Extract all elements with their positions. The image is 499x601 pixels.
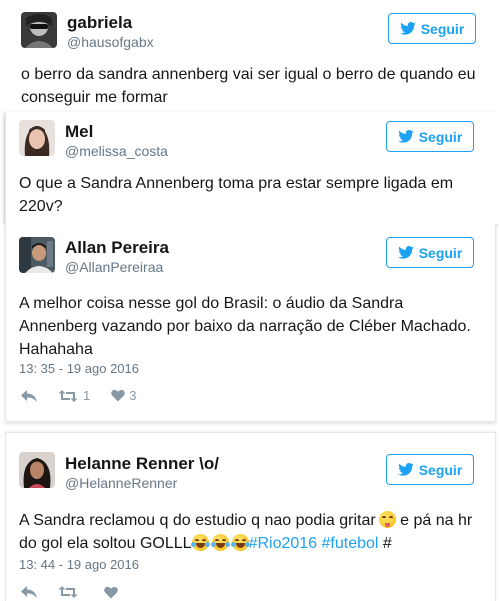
tweet-text: A Sandra reclamou q do estudio q nao pod… [19, 509, 472, 555]
avatar[interactable] [19, 237, 55, 273]
retweet-button[interactable] [58, 585, 78, 599]
tweet-card: Allan Pereira @AllanPereiraa Seguir A me… [5, 224, 496, 422]
tears-of-joy-emoji [230, 534, 250, 551]
tears-of-joy-emoji [190, 534, 210, 551]
display-name[interactable]: Helanne Renner \o/ [65, 454, 219, 474]
retweet-icon [58, 389, 78, 402]
follow-label: Seguir [418, 244, 463, 261]
twitter-bird-icon [397, 130, 414, 143]
tweet-text-line: A melhor coisa nesse gol do Brasil: o áu… [19, 295, 404, 312]
tweet-text-line: O que a Sandra Annenberg toma pra estar … [19, 175, 454, 192]
display-name[interactable]: Allan Pereira [65, 238, 169, 258]
hashtag-link[interactable]: #Rio2016 [249, 535, 318, 552]
text-segment: A Sandra reclamou q do estudio q nao pod… [19, 512, 376, 529]
avatar[interactable] [19, 120, 55, 156]
text-segment: do gol ela soltou GOLLL [19, 535, 192, 552]
follow-button[interactable]: Seguir [386, 237, 474, 268]
tweet-card: Helanne Renner \o/ @HelanneRenner Seguir… [5, 432, 496, 601]
user-handle[interactable]: @melissa_costa [65, 143, 168, 159]
winking-tongue-emoji [378, 511, 396, 528]
tweet-text: O que a Sandra Annenberg toma pra estar … [19, 172, 453, 218]
twitter-bird-icon [399, 22, 416, 35]
like-count: 3 [129, 388, 137, 403]
tweet-text-line: Annenberg vazando por baixo da narração … [19, 318, 471, 335]
timestamp[interactable]: 13: 35 - 19 ago 2016 [19, 361, 139, 376]
user-handle[interactable]: @AllanPereiraa [65, 259, 163, 275]
avatar[interactable] [21, 12, 57, 48]
twitter-bird-icon [397, 463, 414, 476]
reply-icon [21, 389, 37, 402]
tears-of-joy-emoji [210, 534, 230, 551]
twitter-bird-icon [397, 246, 414, 259]
hashtag-link[interactable]: #futebol [322, 535, 379, 552]
follow-button[interactable]: Seguir [386, 121, 474, 152]
like-button[interactable] [104, 586, 118, 599]
avatar[interactable] [19, 452, 55, 488]
tweet-card: gabriela @hausofgabx Seguir o berro da s… [0, 0, 499, 112]
tweet-actions [20, 585, 118, 599]
retweet-icon [58, 586, 78, 598]
tweet-text-line: Hahahaha [19, 341, 93, 358]
text-segment: e pá na hr [395, 512, 473, 529]
reply-button[interactable] [20, 389, 38, 403]
retweet-button[interactable]: 1 [58, 388, 90, 403]
timestamp[interactable]: 13: 44 - 19 ago 2016 [19, 557, 139, 572]
user-handle[interactable]: @HelanneRenner [65, 475, 177, 491]
like-button[interactable]: 3 [111, 388, 136, 403]
follow-label: Seguir [418, 128, 463, 145]
heart-icon [111, 389, 126, 402]
display-name[interactable]: gabriela [67, 13, 132, 33]
tweet-text-line: A Sandra reclamou q do estudio q nao pod… [19, 509, 472, 532]
heart-icon [104, 586, 118, 598]
follow-label: Seguir [418, 461, 463, 478]
follow-label: Seguir [420, 20, 465, 37]
tweet-text-line: o berro da sandra annenberg vai ser igua… [21, 66, 476, 83]
tweet-text-line: 220v? [19, 198, 63, 215]
follow-button[interactable]: Seguir [386, 454, 474, 485]
reply-icon [21, 586, 37, 598]
tweet-actions: 1 3 [20, 388, 136, 403]
retweet-count: 1 [83, 388, 91, 403]
follow-button[interactable]: Seguir [388, 13, 476, 44]
text-segment: # [378, 535, 392, 552]
tweet-text-line: do gol ela soltou GOLLL #Rio2016 #futebol… [19, 532, 472, 555]
tweet-text: A melhor coisa nesse gol do Brasil: o áu… [19, 292, 471, 361]
user-handle[interactable]: @hausofgabx [67, 34, 154, 50]
display-name[interactable]: Mel [65, 122, 93, 142]
tweet-card: Mel @melissa_costa Seguir O que a Sandra… [5, 112, 499, 224]
reply-button[interactable] [20, 585, 38, 599]
tweet-text-line: conseguir me formar [21, 89, 168, 106]
tweet-text: o berro da sandra annenberg vai ser igua… [21, 63, 476, 109]
